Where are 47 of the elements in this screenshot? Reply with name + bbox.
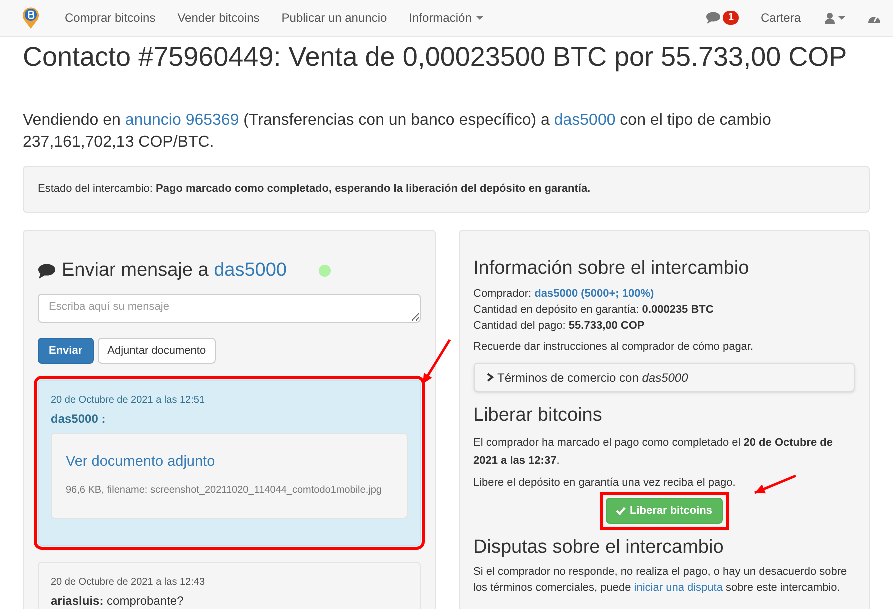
user-link[interactable]: das5000 <box>214 260 287 281</box>
nav-link[interactable]: Vender bitcoins <box>166 9 271 27</box>
buyer-label: Comprador: <box>474 288 533 300</box>
message-time: 20 de Octubre de 2021 a las 12:51 <box>51 394 206 408</box>
link[interactable]: das5000 <box>554 112 616 129</box>
nav-link[interactable]: Comprar bitcoins <box>54 9 167 27</box>
info-line: Cantidad en depósito en garantía: 0.000235 BTC <box>474 303 715 318</box>
messages-button[interactable]: 1 <box>706 11 739 25</box>
release-note: Libere el depósito en garantía una vez reciba el pago. <box>474 476 736 491</box>
logo-icon <box>22 6 40 30</box>
message-text: comprobante? <box>107 594 184 608</box>
message-time: 20 de Octubre de 2021 a las 12:43 <box>51 576 206 590</box>
page-title: Contacto #75960449: Venta de 0,00023500 BTC por 55.733,00 COP <box>23 41 848 74</box>
buyer-link[interactable]: das5000 (5000+; 100%) <box>534 288 654 300</box>
chat-bubble-icon <box>706 12 722 24</box>
chat-bubble-icon <box>38 264 56 279</box>
nav-link[interactable]: Información <box>398 9 495 27</box>
notification-badge: 1 <box>723 11 739 25</box>
info-line: Cantidad del pago: 55.733,00 COP <box>474 319 646 334</box>
nav-link[interactable]: Cartera <box>760 9 801 27</box>
file-info: 96,6 KB, filename: screenshot_20211020_114044_comtodo1mobile.jpg <box>66 484 383 498</box>
terms-toggle[interactable]: Términos de comercio con das5000 <box>474 363 855 392</box>
trade-summary: Vendiendo en anuncio 965369 (Transferencias con un banco específico) a das5000 con el tipo de cambio 237,161,702,13 COP/BTC. <box>23 111 772 153</box>
send-button[interactable]: Enviar <box>38 338 94 364</box>
annotation-arrow <box>753 474 798 496</box>
section-heading: Liberar bitcoins <box>474 404 604 428</box>
attachment-link[interactable]: Ver documento adjunto <box>66 452 392 474</box>
chevron-right-icon <box>486 373 494 382</box>
annotation-arrow <box>421 338 452 386</box>
chat-heading: Enviar mensaje a <box>62 260 209 281</box>
attach-document-button[interactable]: Adjuntar documento <box>98 338 216 364</box>
message-input[interactable]: Escriba aquí su mensaje <box>38 294 420 324</box>
link[interactable]: anuncio 965369 <box>125 112 240 129</box>
start-dispute-link[interactable]: iniciar una disputa <box>634 582 723 594</box>
caret-icon <box>838 16 846 20</box>
check-icon <box>616 507 626 515</box>
release-text: El comprador ha marcado el pago como completado el 20 de Octubre de 2021 a las 12:37. <box>474 436 834 469</box>
section-heading: Información sobre el intercambio <box>474 257 750 281</box>
section-heading: Disputas sobre el intercambio <box>474 536 725 560</box>
message-sender: ariasluis: <box>51 594 104 608</box>
user-icon <box>825 12 835 24</box>
user-menu-button[interactable] <box>825 12 846 24</box>
status-text: Estado del intercambio: Pago marcado como completado, esperando la liberación del depósito en garantía. <box>38 182 591 198</box>
message-sender: das5000 : <box>51 411 107 428</box>
dispute-text: Si el comprador no responde, no realiza el pago, o hay un desacuerdo sobre los términos comerciales, puede iniciar una disputa sobre este intercambio. <box>474 565 848 596</box>
nav-link[interactable]: Publicar un anuncio <box>270 9 398 27</box>
info-note: Recuerde dar instrucciones al comprador de cómo pagar. <box>474 340 755 355</box>
